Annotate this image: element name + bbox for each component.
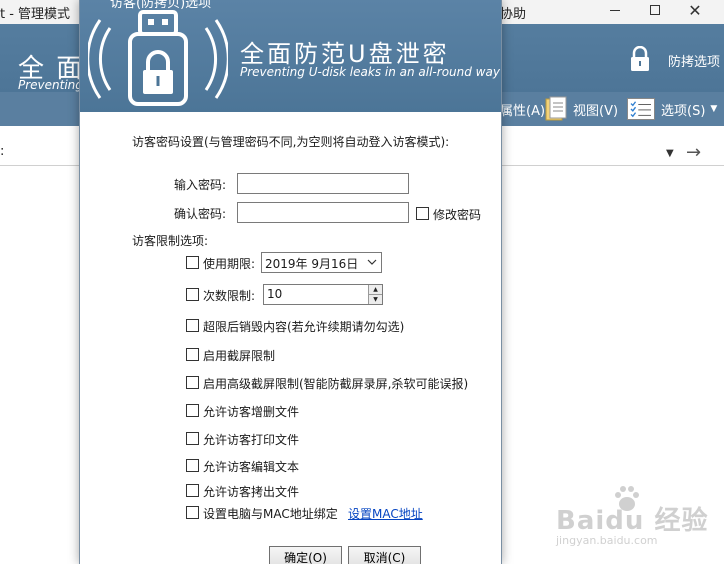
- usage-period-checkbox[interactable]: [186, 256, 199, 269]
- forward-arrow-icon[interactable]: →: [686, 142, 701, 163]
- toolbar-properties[interactable]: 属性(A): [500, 92, 545, 126]
- address-dropdown-icon[interactable]: ▼: [666, 148, 674, 159]
- toolbar-view[interactable]: 视图(V): [545, 92, 618, 126]
- count-limit-value: 10: [267, 287, 283, 301]
- toolbar-options-label: 选项(S): [661, 103, 706, 119]
- option-label-copy-out: 允许访客拷出文件: [203, 485, 300, 499]
- usage-date-value: 2019年 9月16日: [265, 257, 359, 271]
- chevron-down-icon: [367, 259, 377, 265]
- dialog-brand-title: 全面防范U盘泄密: [240, 40, 450, 68]
- close-button[interactable]: ✕: [675, 0, 715, 20]
- option-label-add-delete: 允许访客增删文件: [203, 405, 300, 419]
- minimize-icon: [610, 9, 620, 11]
- count-limit-stepper[interactable]: 10 ▲ ▼: [263, 284, 383, 305]
- guest-options-dialog: 访客(防拷贝)选项 全面防范U盘泄密 Preventing U-disk lea…: [79, 0, 502, 564]
- option-label-edit: 允许访客编辑文本: [203, 460, 300, 474]
- option-checkbox-copy-out[interactable]: [186, 484, 199, 497]
- confirm-password-input[interactable]: [237, 202, 409, 223]
- cancel-button[interactable]: 取消(C): [348, 546, 421, 564]
- set-mac-link[interactable]: 设置MAC地址: [348, 505, 423, 522]
- address-text: :: [0, 144, 5, 159]
- option-checkbox-screenshot[interactable]: [186, 348, 199, 361]
- main-banner-subtitle: Preventing: [18, 78, 83, 92]
- usage-period-label: 使用期限:: [203, 257, 256, 271]
- dialog-header: 访客(防拷贝)选项 全面防范U盘泄密 Preventing U-disk lea…: [80, 0, 501, 112]
- maximize-button[interactable]: [635, 0, 675, 20]
- change-password-label: 修改密码: [433, 208, 482, 222]
- guard-lock-icon[interactable]: [628, 46, 652, 72]
- ok-button[interactable]: 确定(O): [269, 546, 342, 564]
- watermark-url: jingyan.baidu.com: [556, 534, 658, 547]
- minimize-button[interactable]: [595, 0, 635, 20]
- main-window-title: t - 管理模式: [0, 7, 71, 22]
- baidu-watermark: Baidu 经验 jingyan.baidu.com: [556, 486, 716, 550]
- main-window-title-right: 协助: [500, 7, 527, 22]
- maximize-icon: [650, 5, 660, 15]
- guard-options-label[interactable]: 防拷选项: [668, 51, 720, 70]
- watermark-text: Baidu 经验: [556, 506, 709, 536]
- count-limit-label: 次数限制:: [203, 289, 256, 303]
- usb-lock-logo-icon: [88, 10, 228, 106]
- dialog-brand-subtitle: Preventing U-disk leaks in an all-round …: [240, 65, 500, 79]
- option-label-mac-binding: 设置电脑与MAC地址绑定: [203, 507, 338, 521]
- change-password-checkbox[interactable]: [416, 207, 429, 220]
- restrictions-heading: 访客限制选项:: [132, 234, 209, 248]
- option-label-destroy: 超限后销毁内容(若允许续期请勿勾选): [203, 320, 405, 334]
- stepper-up-icon[interactable]: ▲: [368, 285, 382, 295]
- view-icon: [545, 96, 567, 121]
- option-checkbox-destroy[interactable]: [186, 319, 199, 332]
- option-checkbox-edit[interactable]: [186, 459, 199, 472]
- options-dropdown-icon: ▼: [710, 104, 718, 114]
- option-checkbox-print[interactable]: [186, 432, 199, 445]
- toolbar-properties-label: 属性(A): [500, 103, 546, 119]
- option-label-screenshot: 启用截屏限制: [203, 349, 276, 363]
- password-input[interactable]: [237, 173, 409, 194]
- stepper-down-icon[interactable]: ▼: [368, 295, 382, 304]
- password-label: 输入密码:: [174, 178, 227, 192]
- toolbar-view-label: 视图(V): [573, 103, 619, 119]
- option-checkbox-mac-binding[interactable]: [186, 506, 199, 519]
- close-icon: ✕: [688, 0, 702, 20]
- confirm-password-label: 确认密码:: [174, 207, 227, 221]
- toolbar-options[interactable]: 选项(S) ▼: [627, 92, 717, 126]
- options-checklist-icon: [627, 98, 655, 120]
- option-label-print: 允许访客打印文件: [203, 433, 300, 447]
- count-limit-checkbox[interactable]: [186, 288, 199, 301]
- option-checkbox-advanced-screenshot[interactable]: [186, 376, 199, 389]
- option-label-advanced-screenshot: 启用高级截屏限制(智能防截屏录屏,杀软可能误报): [203, 377, 469, 391]
- option-checkbox-add-delete[interactable]: [186, 404, 199, 417]
- usage-date-picker[interactable]: 2019年 9月16日: [261, 252, 382, 273]
- guest-password-heading: 访客密码设置(与管理密码不同,为空则将自动登入访客模式):: [132, 135, 450, 149]
